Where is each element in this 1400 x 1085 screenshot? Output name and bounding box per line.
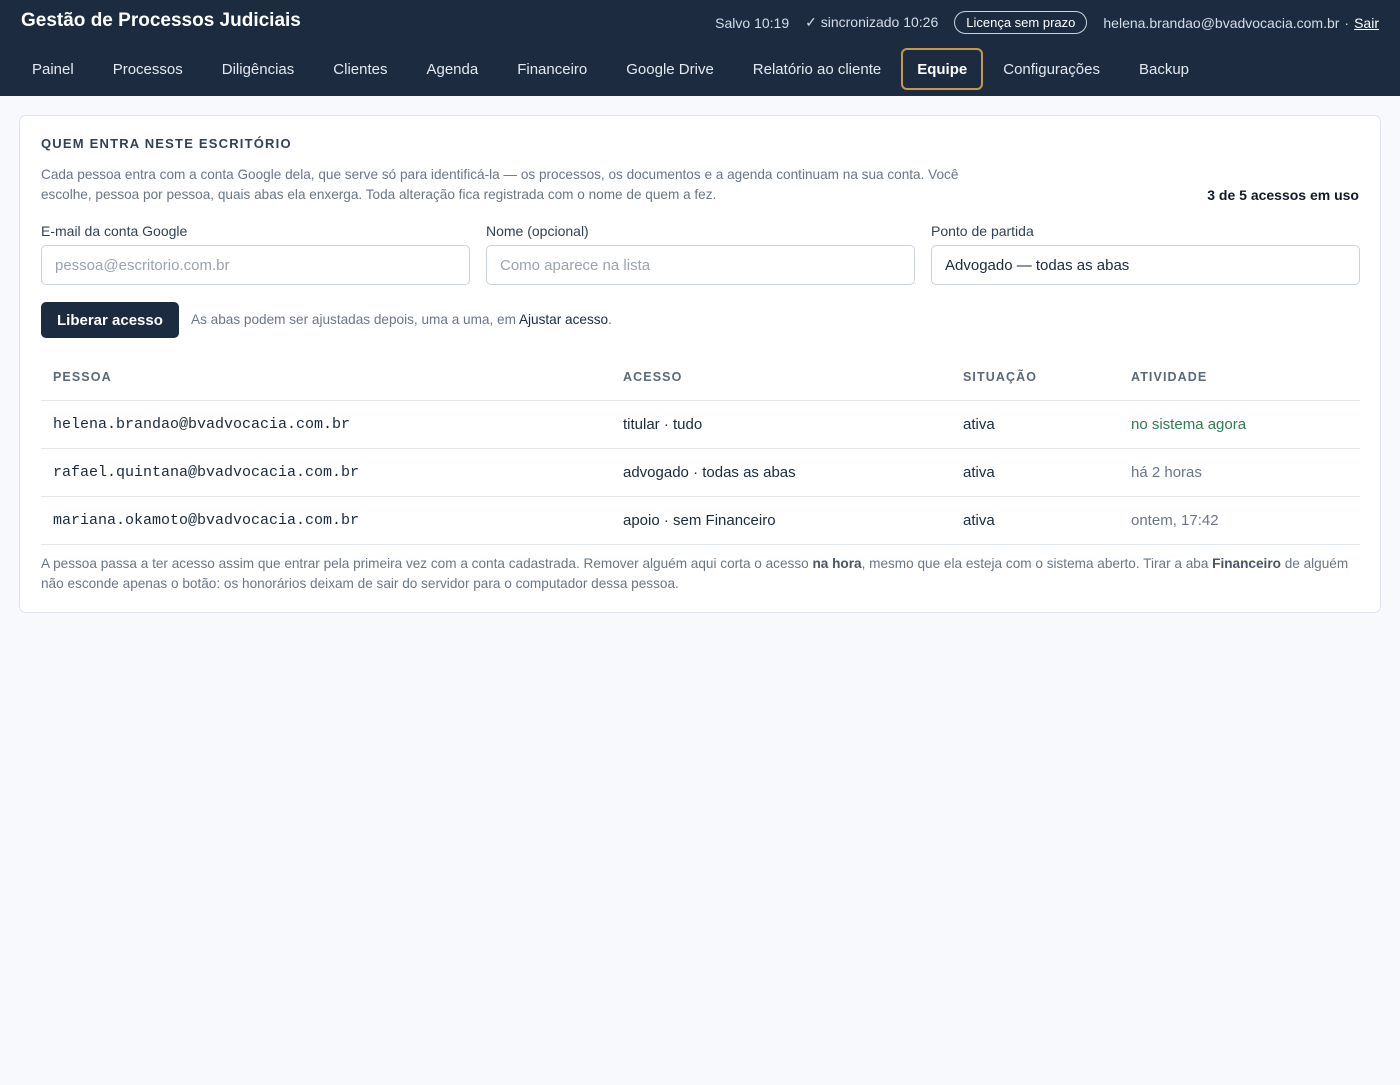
footnote-emphasis-1: na hora — [812, 556, 862, 571]
tab-painel[interactable]: Painel — [13, 50, 93, 89]
header-situacao: SITUAÇÃO — [951, 354, 1119, 401]
tab-relatorio-cliente[interactable]: Relatório ao cliente — [734, 50, 900, 89]
sync-status: ✓ sincronizado 10:26 — [805, 14, 939, 30]
name-field[interactable] — [486, 245, 915, 285]
tab-equipe[interactable]: Equipe — [901, 48, 984, 90]
section-description: Cada pessoa entra com a conta Google del… — [41, 167, 959, 202]
saved-status: Salvo 10:19 — [715, 14, 790, 31]
team-access-card: QUEM ENTRA NESTE ESCRITÓRIO Cada pessoa … — [19, 115, 1381, 613]
start-point-select[interactable]: Advogado — todas as abas — [931, 245, 1360, 285]
access-level: advogado · todas as abas — [611, 448, 951, 497]
grant-hint-end: . — [608, 312, 612, 327]
tab-diligencias[interactable]: Diligências — [203, 50, 314, 89]
access-usage-count: 3 de 5 acessos em uso — [1207, 187, 1359, 203]
tab-clientes[interactable]: Clientes — [314, 50, 406, 89]
name-label: Nome (opcional) — [486, 223, 589, 239]
logout-link[interactable]: Sair — [1354, 15, 1379, 31]
main-nav: Painel Processos Diligências Clientes Ag… — [13, 48, 1209, 90]
header-atividade: ATIVIDADE — [1119, 354, 1360, 401]
access-footnote: A pessoa passa a ter acesso assim que en… — [41, 554, 1363, 594]
access-level: titular · tudo — [611, 400, 951, 449]
email-label: E-mail da conta Google — [41, 223, 188, 239]
account-status: ativa — [951, 448, 1119, 497]
table-header-row: PESSOA ACESSO SITUAÇÃO ATIVIDADE — [41, 354, 1360, 401]
grant-hint: As abas podem ser ajustadas depois, uma … — [191, 312, 612, 327]
user-email: helena.brandao@bvadvocacia.com.br — [1103, 14, 1340, 31]
person-email: rafael.quintana@bvadvocacia.com.br — [41, 448, 611, 497]
section-title: QUEM ENTRA NESTE ESCRITÓRIO — [41, 136, 292, 151]
footnote-part-1: A pessoa passa a ter acesso assim que en… — [41, 556, 813, 571]
status-separator: · — [1344, 14, 1350, 31]
email-field[interactable] — [41, 245, 470, 285]
app-title: Gestão de Processos Judiciais — [21, 10, 301, 31]
last-activity: ontem, 17:42 — [1119, 496, 1360, 545]
table-row[interactable]: helena.brandao@bvadvocacia.com.br titula… — [41, 400, 1360, 449]
start-point-label: Ponto de partida — [931, 223, 1034, 239]
table-row[interactable]: mariana.okamoto@bvadvocacia.com.br apoio… — [41, 496, 1360, 545]
tab-backup[interactable]: Backup — [1120, 50, 1208, 89]
start-point-value: Advogado — todas as abas — [945, 256, 1130, 274]
status-area: Salvo 10:19 ✓ sincronizado 10:26 Licença… — [715, 11, 1379, 34]
person-email: mariana.okamoto@bvadvocacia.com.br — [41, 496, 611, 545]
team-table: PESSOA ACESSO SITUAÇÃO ATIVIDADE helena.… — [41, 354, 1360, 545]
last-activity: há 2 horas — [1119, 448, 1360, 497]
top-bar: Gestão de Processos Judiciais Salvo 10:1… — [0, 0, 1400, 96]
tab-agenda[interactable]: Agenda — [407, 50, 497, 89]
header-acesso: ACESSO — [611, 354, 951, 401]
table-row[interactable]: rafael.quintana@bvadvocacia.com.br advog… — [41, 448, 1360, 497]
tab-configuracoes[interactable]: Configurações — [984, 50, 1119, 89]
account-status: ativa — [951, 400, 1119, 449]
license-badge: Licença sem prazo — [954, 11, 1088, 34]
grant-hint-text: As abas podem ser ajustadas depois, uma … — [191, 312, 519, 327]
access-level: apoio · sem Financeiro — [611, 496, 951, 545]
tab-financeiro[interactable]: Financeiro — [498, 50, 606, 89]
grant-access-button[interactable]: Liberar acesso — [41, 302, 179, 338]
tab-processos[interactable]: Processos — [94, 50, 202, 89]
footnote-part-2: , mesmo que ela esteja com o sistema abe… — [861, 556, 1213, 571]
last-activity: no sistema agora — [1119, 400, 1360, 449]
account-status: ativa — [951, 496, 1119, 545]
header-pessoa: PESSOA — [41, 354, 611, 401]
footnote-emphasis-2: Financeiro — [1212, 556, 1281, 571]
adjust-access-link[interactable]: Ajustar acesso — [519, 312, 608, 327]
person-email: helena.brandao@bvadvocacia.com.br — [41, 400, 611, 449]
tab-google-drive[interactable]: Google Drive — [607, 50, 733, 89]
